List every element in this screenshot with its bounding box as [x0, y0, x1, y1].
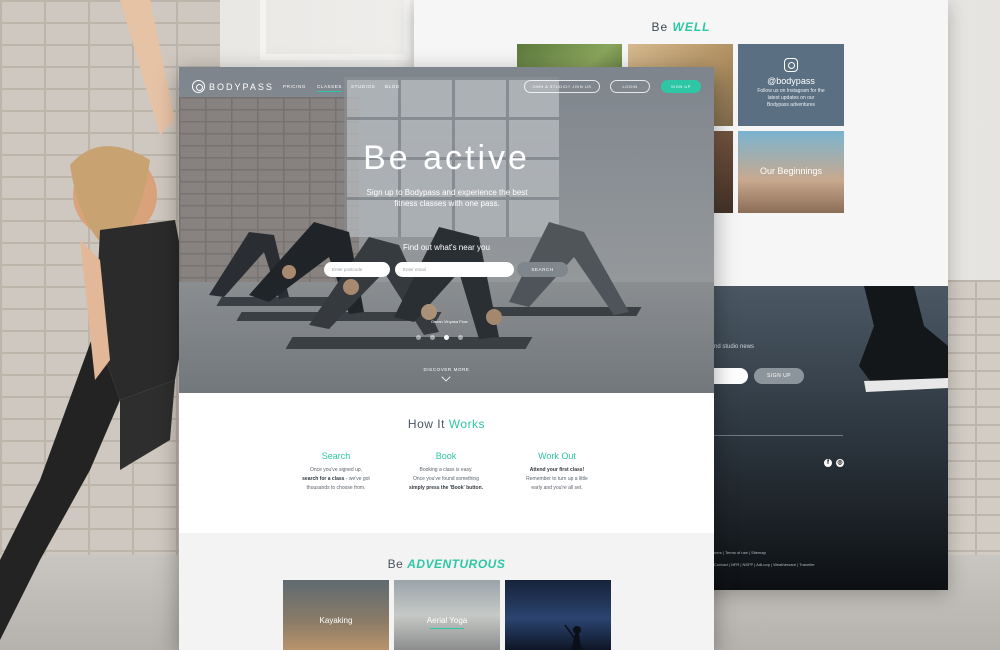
- how-it-works-title: How It Works: [179, 417, 714, 431]
- instagram-icon: [784, 58, 798, 72]
- nav-item-pricing[interactable]: PRICING: [283, 84, 306, 89]
- be-adventurous-section: Be ADVENTUROUS Kayaking Aerial Yoga: [179, 533, 714, 650]
- newsletter-text: nd studio news: [714, 344, 755, 350]
- instagram-handle: @bodypass: [767, 76, 815, 86]
- search-button[interactable]: SEARCH: [517, 262, 568, 277]
- activity-card-kayaking[interactable]: Kayaking: [283, 580, 389, 650]
- hero-subtitle: Sign up to Bodypass and experience the b…: [366, 188, 528, 208]
- instagram-text: Follow us on Instagram for the latest up…: [757, 88, 825, 108]
- step-heading: Book: [435, 451, 457, 461]
- title-accent: Works: [448, 417, 486, 431]
- tile-our-beginnings[interactable]: Our Beginnings: [738, 131, 844, 213]
- step-search: Search Once you've signed up, search for…: [286, 451, 386, 493]
- card-label: Kayaking: [319, 616, 353, 625]
- step-bold: simply press the 'Book' button.: [408, 485, 484, 491]
- facebook-icon[interactable]: f: [824, 459, 832, 467]
- paddleboard-image: [564, 624, 584, 650]
- sneaker-image: [859, 286, 948, 392]
- step-line: simply press the 'Book' button.: [396, 484, 496, 493]
- card-label: Aerial Yoga: [426, 616, 468, 625]
- footer-links-row2[interactable]: Contact | NFR | NSFP | AdLoop | Weatherc…: [714, 562, 815, 567]
- signup-button[interactable]: SIGN UP: [661, 80, 701, 93]
- be-adventurous-title: Be ADVENTUROUS: [179, 557, 714, 571]
- heading-accent: WELL: [672, 20, 711, 34]
- be-well-heading: Be WELL: [414, 20, 948, 34]
- footer-divider: [714, 435, 843, 436]
- discover-more-link[interactable]: DISCOVER MORE: [179, 367, 714, 372]
- step-text: Attend your first class! Remember to tur…: [507, 466, 607, 493]
- activity-card-paddleboard[interactable]: [505, 580, 611, 650]
- card-underline: [430, 628, 464, 629]
- carousel-dot-active[interactable]: [444, 335, 449, 340]
- step-bold: search for a class: [302, 476, 345, 482]
- carousel-dot[interactable]: [416, 335, 421, 340]
- step-line: Once you've found something: [413, 476, 479, 482]
- own-studio-button[interactable]: OWN A STUDIO? JOIN US: [524, 80, 600, 93]
- instagram-icon[interactable]: ◎: [836, 459, 844, 467]
- background-brick-wall-right: [945, 280, 1000, 560]
- slide-caption: Ocean Vinyasa Flow: [431, 319, 468, 324]
- title-prefix: Be: [387, 557, 404, 571]
- tile-people[interactable]: [713, 131, 733, 213]
- hero-section: BODYPASS PRICING CLASSES STUDIOS BLOG OW…: [179, 67, 714, 393]
- step-line: Booking a class is easy.: [419, 467, 473, 473]
- tile-label: Our Beginnings: [759, 166, 823, 176]
- step-line: early and you're all set.: [531, 485, 583, 491]
- footer-links-row1[interactable]: ners | Terms of use | Sitemap: [714, 550, 766, 555]
- activity-card-aerial-yoga[interactable]: Aerial Yoga: [394, 580, 500, 650]
- find-near-you-text: Find out what's near you: [403, 243, 490, 252]
- top-navigation: BODYPASS PRICING CLASSES STUDIOS BLOG OW…: [179, 67, 714, 105]
- carousel-dot[interactable]: [430, 335, 435, 340]
- yoga-person-image: [0, 0, 190, 640]
- newsletter-email-input[interactable]: [714, 368, 748, 384]
- heading-prefix: Be: [651, 20, 669, 34]
- step-work-out: Work Out Attend your first class! Rememb…: [507, 451, 607, 493]
- nav-item-studios[interactable]: STUDIOS: [351, 84, 375, 89]
- how-it-works-section: How It Works Search Once you've signed u…: [179, 393, 714, 533]
- hero-title: Be active: [363, 139, 530, 177]
- step-line: search for a class - we've got: [286, 475, 386, 484]
- brand-logo[interactable]: BODYPASS: [192, 80, 274, 93]
- step-line: thousands to choose from.: [306, 485, 366, 491]
- nav-item-blog[interactable]: BLOG: [385, 84, 400, 89]
- step-book: Book Booking a class is easy. Once you'v…: [396, 451, 496, 493]
- carousel-dot[interactable]: [458, 335, 463, 340]
- hero-overlay: [179, 67, 714, 393]
- background-window: [260, 0, 410, 60]
- nav-item-classes[interactable]: CLASSES: [317, 84, 342, 92]
- logo-icon: [192, 80, 205, 93]
- newsletter-signup-button[interactable]: SIGN UP: [754, 368, 804, 384]
- step-rest: - we've got: [344, 476, 370, 482]
- title-prefix: How It: [407, 417, 445, 431]
- step-text: Once you've signed up, search for a clas…: [286, 466, 386, 493]
- tile-instagram[interactable]: @bodypass Follow us on Instagram for the…: [738, 44, 844, 126]
- step-heading: Search: [321, 451, 351, 461]
- step-line: Once you've signed up,: [309, 467, 363, 473]
- step-text: Booking a class is easy. Once you've fou…: [396, 466, 496, 493]
- login-button[interactable]: LOGIN: [610, 80, 650, 93]
- main-page-mockup: BODYPASS PRICING CLASSES STUDIOS BLOG OW…: [179, 67, 714, 650]
- step-heading: Work Out: [538, 451, 576, 461]
- step-bold: Attend your first class!: [529, 467, 585, 473]
- postcode-input[interactable]: Enter postcode: [324, 262, 390, 277]
- title-accent: ADVENTUROUS: [407, 557, 506, 571]
- step-line: Attend your first class!: [507, 466, 607, 475]
- email-input[interactable]: Enter email: [395, 262, 514, 277]
- step-line: Remember to turn up a little: [526, 476, 588, 482]
- brand-name: BODYPASS: [209, 81, 274, 92]
